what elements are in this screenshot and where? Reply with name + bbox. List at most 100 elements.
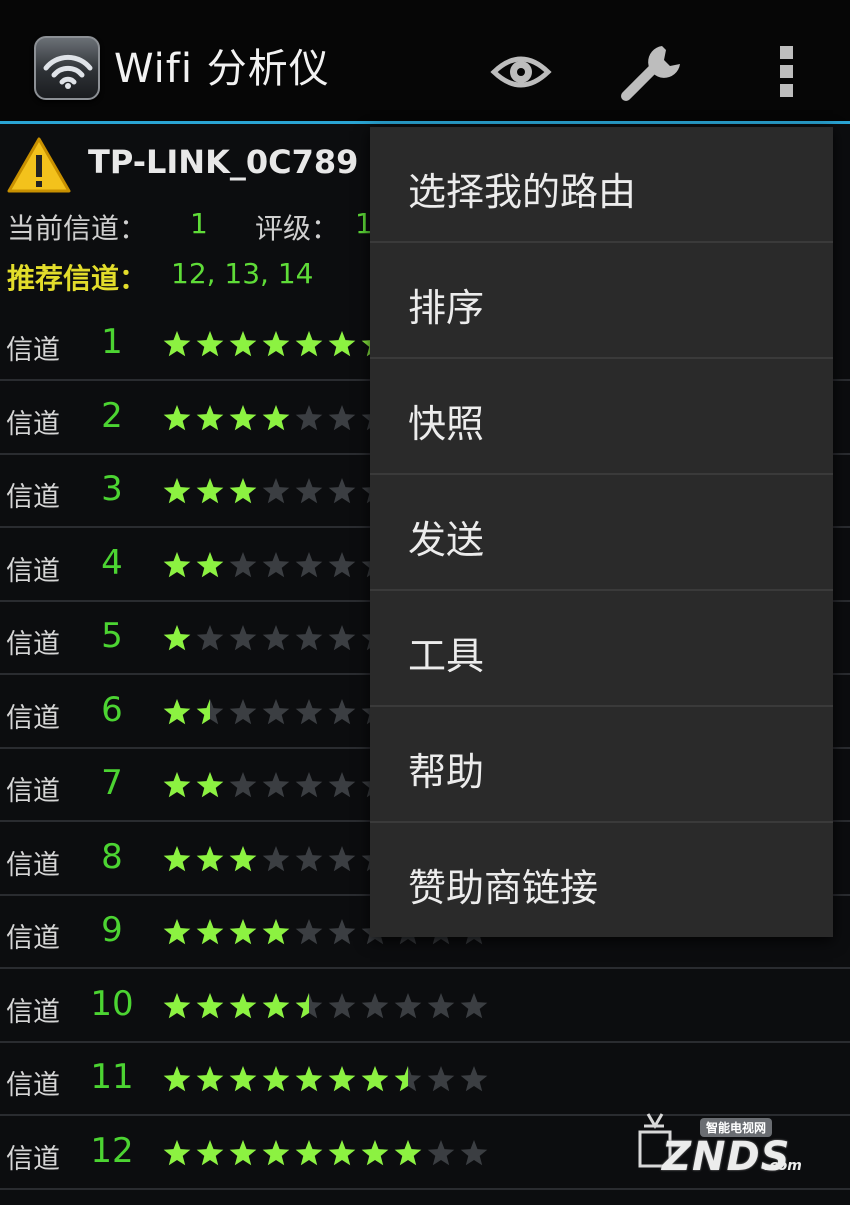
menu-item[interactable]: 工具 [370, 591, 833, 707]
eye-icon [490, 56, 552, 88]
star-icon [163, 625, 191, 651]
warning-icon [7, 137, 71, 193]
empty-star-icon [295, 551, 323, 577]
star-icon [196, 845, 224, 871]
empty-star-icon [262, 698, 290, 724]
empty-star-icon [328, 919, 356, 945]
channel-number: 8 [101, 836, 123, 877]
channel-label: 信道 [6, 1070, 60, 1101]
empty-star-icon [460, 1066, 488, 1092]
star-icon [163, 1066, 191, 1092]
empty-star-icon [262, 772, 290, 798]
menu-item[interactable]: 赞助商链接 [370, 823, 833, 939]
channel-label: 信道 [6, 1143, 60, 1175]
star-icon [229, 1066, 257, 1092]
menu-item[interactable]: 排序 [370, 243, 833, 359]
empty-star-icon [262, 551, 290, 577]
empty-star-icon [361, 992, 389, 1018]
action-bar: Wifi 分析仪 [0, 0, 850, 124]
star-icon [328, 1139, 356, 1165]
empty-star-icon [229, 772, 257, 798]
star-icon [196, 1066, 224, 1092]
recommended-channels-value: 12, 13, 14 [171, 257, 314, 290]
star-icon [262, 992, 290, 1018]
star-icon [196, 331, 224, 357]
channel-label: 信道 [6, 335, 60, 366]
empty-star-icon [328, 845, 356, 871]
star-icon [196, 992, 224, 1018]
overflow-menu-button[interactable] [772, 40, 802, 104]
channel-label: 信道 [6, 408, 60, 440]
star-icon [163, 845, 191, 871]
empty-star-icon [328, 404, 356, 430]
current-channel-label: 当前信道： [7, 212, 148, 245]
recommended-channel-label: 推荐信道： [7, 262, 148, 295]
star-icon [196, 772, 224, 798]
menu-item[interactable]: 快照 [370, 359, 833, 475]
star-icon [163, 772, 191, 798]
menu-item-label: 排序 [408, 286, 485, 330]
empty-star-icon [295, 478, 323, 504]
star-icon [229, 845, 257, 871]
star-icon [196, 919, 224, 945]
menu-item-label: 快照 [408, 402, 485, 446]
channel-number: 10 [90, 983, 134, 1024]
star-icon [262, 1139, 290, 1165]
channel-rating-stars [163, 1139, 488, 1165]
star-icon [328, 1066, 356, 1092]
star-icon [229, 478, 257, 504]
empty-star-icon [460, 1139, 488, 1165]
watermark-domain: .com [764, 1158, 802, 1174]
empty-star-icon [328, 698, 356, 724]
channel-label: 信道 [6, 776, 60, 807]
star-icon [229, 992, 257, 1018]
empty-star-icon [196, 625, 224, 651]
menu-item[interactable]: 发送 [370, 475, 833, 591]
channel-label: 信道 [6, 702, 60, 734]
star-icon [163, 698, 191, 724]
star-icon [229, 1139, 257, 1165]
znds-watermark: 智能电视网 ZNDS .com [636, 1104, 806, 1184]
menu-item[interactable]: 选择我的路由 [370, 127, 833, 243]
channel-number: 2 [101, 395, 123, 436]
channel-number: 3 [101, 469, 123, 509]
empty-star-icon [229, 625, 257, 651]
menu-item-label: 帮助 [408, 750, 485, 794]
channel-number: 5 [101, 616, 123, 656]
empty-star-icon [328, 772, 356, 798]
empty-star-icon [427, 1066, 455, 1092]
star-icon [163, 992, 191, 1018]
channel-number: 11 [90, 1057, 134, 1097]
channel-label: 信道 [6, 923, 60, 954]
empty-star-icon [295, 698, 323, 724]
star-icon [262, 1066, 290, 1092]
app-title: Wifi 分析仪 [114, 46, 330, 92]
star-icon [328, 331, 356, 357]
star-icon [163, 919, 191, 945]
star-icon [394, 1139, 422, 1165]
empty-star-icon [460, 992, 488, 1018]
channel-rating-stars [163, 1066, 488, 1092]
tools-button[interactable] [618, 40, 688, 104]
eye-button[interactable] [488, 40, 554, 104]
overflow-menu: 选择我的路由排序快照发送工具帮助赞助商链接 [370, 127, 833, 937]
network-ssid[interactable]: TP-LINK_0C789 (2 [88, 143, 406, 181]
star-icon [295, 1139, 323, 1165]
star-icon [262, 919, 290, 945]
menu-item-label: 发送 [408, 518, 485, 562]
star-icon [361, 1066, 389, 1092]
empty-star-icon [328, 551, 356, 577]
empty-star-icon [295, 845, 323, 871]
menu-item-label: 工具 [408, 634, 485, 678]
star-icon [295, 331, 323, 357]
empty-star-icon [229, 551, 257, 577]
channel-row[interactable]: 信道 10 [0, 970, 850, 1043]
grade-label: 评级： [255, 212, 340, 245]
menu-item[interactable]: 帮助 [370, 707, 833, 823]
star-icon [229, 919, 257, 945]
empty-star-icon [262, 478, 290, 504]
wifi-icon[interactable] [34, 36, 100, 100]
recommended-channel-row: 推荐信道： 12, 13, 14 [7, 257, 314, 297]
star-icon [196, 1139, 224, 1165]
current-channel-value: 1 [190, 207, 208, 240]
